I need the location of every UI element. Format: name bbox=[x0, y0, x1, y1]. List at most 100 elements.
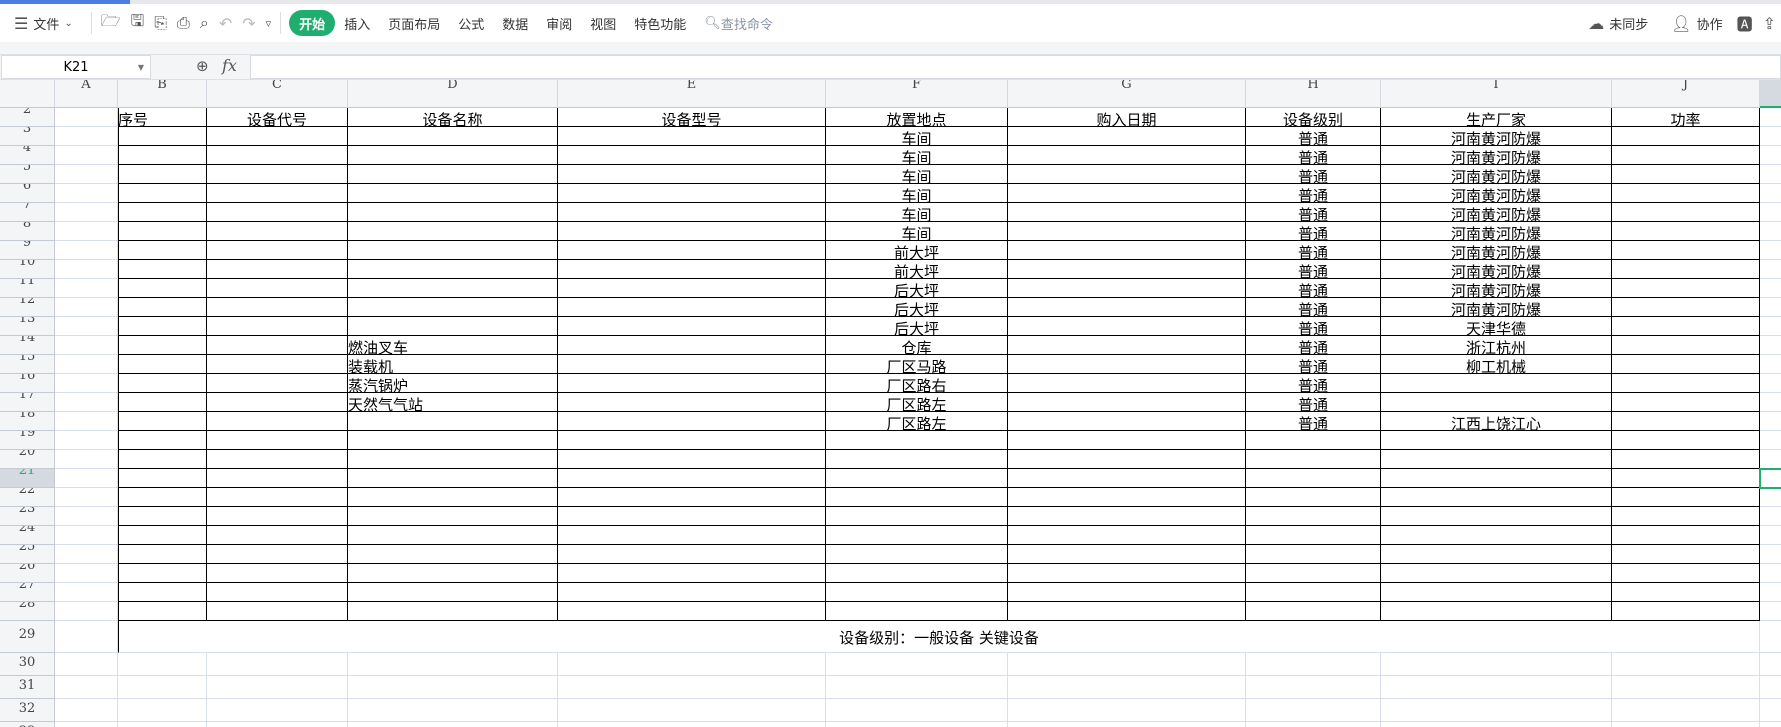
table-cell[interactable] bbox=[558, 488, 826, 507]
table-cell[interactable] bbox=[348, 431, 558, 450]
collab-button[interactable]: 👤︎ 协作 bbox=[1657, 10, 1731, 36]
cell[interactable] bbox=[348, 676, 558, 699]
row-header[interactable]: 13 bbox=[0, 317, 55, 336]
cell[interactable] bbox=[55, 583, 118, 602]
table-cell[interactable]: 6 bbox=[118, 222, 207, 241]
table-cell[interactable]: 河南黄河防爆 bbox=[1381, 203, 1612, 222]
column-header-H[interactable]: H bbox=[1246, 80, 1381, 108]
table-header-cell[interactable]: 设备级别 bbox=[1246, 108, 1381, 127]
table-cell[interactable] bbox=[1008, 412, 1246, 431]
cell[interactable] bbox=[1246, 722, 1381, 727]
column-header-C[interactable]: C bbox=[207, 80, 348, 108]
cell[interactable] bbox=[826, 722, 1008, 727]
cell[interactable] bbox=[1760, 336, 1781, 355]
table-cell[interactable] bbox=[348, 317, 558, 336]
table-cell[interactable]: 车间 bbox=[826, 165, 1008, 184]
cell[interactable] bbox=[348, 722, 558, 727]
table-cell[interactable]: 普通 bbox=[1246, 165, 1381, 184]
table-cell[interactable] bbox=[1612, 184, 1760, 203]
spreadsheet-grid[interactable]: A B C D E F G H I J 2 3 4 5 6 7 8 9 10 11 12 13 14 15 16 17 18 19 20… bbox=[0, 80, 1781, 727]
table-cell[interactable] bbox=[1008, 526, 1246, 545]
table-cell[interactable] bbox=[558, 412, 826, 431]
selected-cell-K21[interactable] bbox=[1759, 468, 1781, 489]
table-cell[interactable] bbox=[1612, 393, 1760, 412]
table-cell[interactable] bbox=[1008, 450, 1246, 469]
table-cell[interactable]: 普通 bbox=[1246, 393, 1381, 412]
table-cell[interactable] bbox=[1008, 583, 1246, 602]
table-cell[interactable] bbox=[1381, 507, 1612, 526]
tab-special[interactable]: 特色功能 bbox=[625, 10, 695, 36]
table-cell[interactable] bbox=[1008, 507, 1246, 526]
cell[interactable] bbox=[55, 412, 118, 431]
table-cell[interactable] bbox=[1612, 298, 1760, 317]
table-cell[interactable] bbox=[207, 450, 348, 469]
table-cell[interactable]: 柳工机械 bbox=[1381, 355, 1612, 374]
table-cell[interactable] bbox=[1246, 507, 1381, 526]
cell[interactable] bbox=[1760, 317, 1781, 336]
cell[interactable] bbox=[348, 653, 558, 676]
table-cell[interactable]: 7 bbox=[118, 241, 207, 260]
cell[interactable] bbox=[207, 676, 348, 699]
cell[interactable] bbox=[1760, 676, 1781, 699]
table-cell[interactable] bbox=[1246, 564, 1381, 583]
cell[interactable] bbox=[207, 653, 348, 676]
cell[interactable] bbox=[1008, 653, 1246, 676]
row-header[interactable]: 25 bbox=[0, 545, 55, 564]
cell[interactable] bbox=[55, 279, 118, 298]
column-header-J[interactable]: J bbox=[1612, 80, 1760, 108]
row-header[interactable]: 15 bbox=[0, 355, 55, 374]
table-cell[interactable] bbox=[1612, 374, 1760, 393]
table-cell[interactable] bbox=[1246, 545, 1381, 564]
cell[interactable] bbox=[55, 260, 118, 279]
table-cell[interactable]: 河南黄河防爆 bbox=[1381, 222, 1612, 241]
table-cell[interactable] bbox=[348, 507, 558, 526]
table-cell[interactable] bbox=[1381, 374, 1612, 393]
table-cell[interactable] bbox=[558, 317, 826, 336]
row-header[interactable]: 4 bbox=[0, 146, 55, 165]
cell[interactable] bbox=[1760, 393, 1781, 412]
table-cell[interactable]: 14 bbox=[118, 374, 207, 393]
table-cell[interactable] bbox=[1612, 241, 1760, 260]
cell[interactable] bbox=[1760, 450, 1781, 469]
table-cell[interactable]: 26 bbox=[118, 602, 207, 621]
table-cell[interactable] bbox=[1246, 526, 1381, 545]
export-icon[interactable]: ⎘ bbox=[149, 13, 172, 33]
table-cell[interactable] bbox=[1008, 488, 1246, 507]
row-header[interactable]: 19 bbox=[0, 431, 55, 450]
table-cell[interactable] bbox=[1381, 450, 1612, 469]
table-cell[interactable]: 河南黄河防爆 bbox=[1381, 146, 1612, 165]
cell[interactable] bbox=[1760, 279, 1781, 298]
table-cell[interactable]: 车间 bbox=[826, 222, 1008, 241]
redo-icon[interactable]: ↷ bbox=[237, 14, 260, 33]
table-cell[interactable]: 前大坪 bbox=[826, 241, 1008, 260]
table-cell[interactable] bbox=[207, 241, 348, 260]
column-header-K[interactable] bbox=[1760, 80, 1781, 108]
table-cell[interactable] bbox=[207, 279, 348, 298]
cell[interactable] bbox=[826, 699, 1008, 722]
cell[interactable] bbox=[55, 165, 118, 184]
table-cell[interactable] bbox=[558, 203, 826, 222]
table-cell[interactable] bbox=[558, 431, 826, 450]
cell[interactable] bbox=[207, 699, 348, 722]
table-cell[interactable]: 河南黄河防爆 bbox=[1381, 241, 1612, 260]
table-cell[interactable] bbox=[1381, 469, 1612, 488]
cell[interactable] bbox=[1760, 699, 1781, 722]
table-cell[interactable] bbox=[1246, 450, 1381, 469]
cell[interactable] bbox=[558, 699, 826, 722]
table-cell[interactable]: 浙江杭州 bbox=[1381, 336, 1612, 355]
table-cell[interactable] bbox=[1008, 279, 1246, 298]
cell[interactable] bbox=[1760, 374, 1781, 393]
select-all-corner[interactable] bbox=[0, 80, 55, 108]
cell[interactable] bbox=[1381, 676, 1612, 699]
table-cell[interactable] bbox=[1008, 241, 1246, 260]
cell[interactable] bbox=[207, 722, 348, 727]
table-cell[interactable]: 10 bbox=[118, 298, 207, 317]
table-cell[interactable]: 18 bbox=[118, 450, 207, 469]
tab-start[interactable]: 开始 bbox=[289, 10, 336, 36]
table-cell[interactable] bbox=[348, 602, 558, 621]
table-cell[interactable] bbox=[558, 279, 826, 298]
cell[interactable] bbox=[118, 653, 207, 676]
cell[interactable] bbox=[1760, 722, 1781, 727]
table-cell[interactable] bbox=[1612, 545, 1760, 564]
cell[interactable] bbox=[1760, 184, 1781, 203]
